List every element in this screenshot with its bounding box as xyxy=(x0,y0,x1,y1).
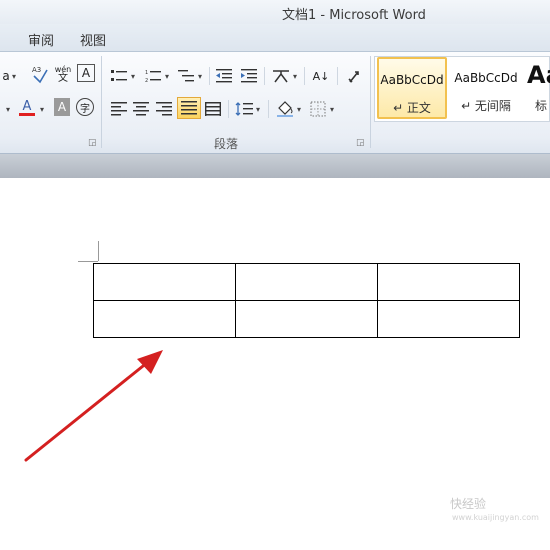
watermark-text: 快经验 xyxy=(450,497,487,511)
annotation-arrow xyxy=(24,350,163,462)
watermark-url: www.kuaijingyan.com xyxy=(452,513,539,522)
